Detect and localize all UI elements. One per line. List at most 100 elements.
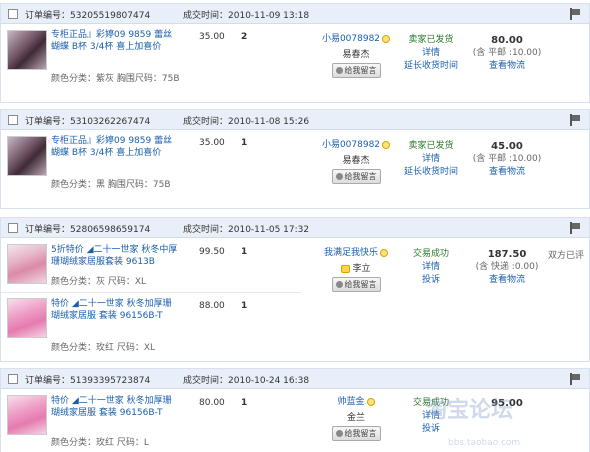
product-attributes: 颜色分类：玫红 尺码：XL [51,343,156,353]
product-thumbnail[interactable] [7,395,47,435]
shipping-fee: (含 平邮 :10.00) [472,154,542,164]
product-thumbnail[interactable] [7,244,47,284]
order-total: 45.00 (含 平邮 :10.00) 查看物流 [469,140,545,179]
order-number: 订单编号：53205519807474 [25,11,151,21]
order-select-checkbox[interactable] [8,223,18,233]
order-status: 交易成功 详情 投诉 [401,397,461,436]
details-link[interactable]: 详情 [401,47,461,60]
status-text: 卖家已发货 [408,141,454,151]
extend-receipt-link[interactable]: 延长收货时间 [401,60,461,73]
order-status: 卖家已发货 详情 延长收货时间 [401,140,461,179]
flag-icon[interactable] [569,373,581,385]
order-total: 80.00 (含 平邮 :10.00) 查看物流 [469,34,545,73]
complaint-link[interactable]: 投诉 [401,274,461,287]
shipping-fee: (含 快递 :0.00) [475,262,539,272]
product-attributes: 颜色分类：黑 胸围尺码：75B [51,180,171,190]
order-number: 订单编号：51393395723874 [25,376,151,386]
product-title-link[interactable]: 特价 ◢二十一世家 秋冬加厚珊瑚绒家居服 套装 96156B-T [51,298,179,322]
product-title-link[interactable]: 专柜正品』彩婷09 9859 蕾丝蝴蝶 B杯 3/4杯 喜上加喜价 [51,29,179,53]
status-text: 交易成功 [412,398,449,408]
unit-price: 80.00 [199,398,225,408]
leave-message-button[interactable]: 给我留言 [331,63,381,78]
product-attributes: 颜色分类：灰 尺码：XL [51,277,147,287]
quantity: 1 [241,138,248,148]
quantity: 2 [241,32,248,42]
buyer-nick-link[interactable]: 帅蓝金 [337,397,364,407]
vip-badge-icon [382,140,391,149]
chat-status-icon [335,67,343,74]
leave-message-button[interactable]: 给我留言 [331,277,381,292]
vip-badge-icon [382,34,391,43]
product-thumbnail[interactable] [7,136,47,176]
vip-badge-icon [380,248,388,257]
vip-badge-icon [366,397,375,406]
order-card: 订单编号：52806598659174 成交时间：2010-11-05 17:3… [0,217,590,362]
details-link[interactable]: 详情 [401,261,461,274]
total-amount: 95.00 [491,398,523,409]
order-time: 成交时间：2010-11-08 15:26 [183,117,310,127]
view-logistics-link[interactable]: 查看物流 [469,166,545,179]
buyer-info: 帅蓝金 金兰 给我留言 [316,394,396,441]
order-header: 订单编号：53103262267474 成交时间：2010-11-08 15:2… [1,110,589,130]
buyer-nick-link[interactable]: 小易0078982 [322,34,380,44]
quantity: 1 [241,398,248,408]
product-thumbnail[interactable] [7,298,47,338]
order-card: 订单编号：53103262267474 成交时间：2010-11-08 15:2… [0,109,590,209]
chat-icon[interactable] [341,264,351,273]
order-select-checkbox[interactable] [8,9,18,19]
view-logistics-link[interactable]: 查看物流 [469,274,545,287]
item-divider [1,292,301,293]
buyer-name: 易春杰 [342,156,370,166]
order-header: 订单编号：52806598659174 成交时间：2010-11-05 17:3… [1,218,589,238]
unit-price: 35.00 [199,32,225,42]
order-status: 卖家已发货 详情 延长收货时间 [401,34,461,73]
unit-price: 35.00 [199,138,225,148]
buyer-info: 小易0078982 易春杰 给我留言 [316,31,396,78]
product-title-link[interactable]: 特价 ◢二十一世家 秋冬加厚珊瑚绒家居服 套装 96156B-T [51,395,179,419]
extend-receipt-link[interactable]: 延长收货时间 [401,166,461,179]
order-header: 订单编号：51393395723874 成交时间：2010-10-24 16:3… [1,369,589,389]
complaint-link[interactable]: 投诉 [401,423,461,436]
order-select-checkbox[interactable] [8,115,18,125]
order-select-checkbox[interactable] [8,374,18,384]
flag-icon[interactable] [569,114,581,126]
order-time: 成交时间：2010-11-09 13:18 [183,11,310,21]
leave-message-button[interactable]: 给我留言 [331,169,381,184]
buyer-nick-link[interactable]: 我满足我快乐 [324,248,378,258]
buyer-info: 我满足我快乐 李立 给我留言 [316,245,396,292]
flag-icon[interactable] [569,8,581,20]
flag-icon[interactable] [569,222,581,234]
product-title-link[interactable]: 5折特价 ◢二十一世家 秋冬中厚珊瑚绒家居服套装 9613B [51,244,179,268]
order-header: 订单编号：53205519807474 成交时间：2010-11-09 13:1… [1,4,589,24]
order-card: 订单编号：53205519807474 成交时间：2010-11-09 13:1… [0,3,590,103]
details-link[interactable]: 详情 [401,153,461,166]
order-number: 订单编号：53103262267474 [25,117,151,127]
unit-price: 88.00 [199,301,225,311]
view-logistics-link[interactable]: 查看物流 [469,60,545,73]
status-text: 卖家已发货 [408,35,454,45]
status-text: 交易成功 [412,249,449,259]
product-attributes: 颜色分类：紫灰 胸围尺码：75B [51,74,180,84]
order-total: 95.00 [469,397,545,410]
buyer-name: 金兰 [346,413,365,423]
buyer-info: 小易0078982 易春杰 给我留言 [316,137,396,184]
rating-status: 双方已评 [548,251,585,261]
buyer-name: 李立 [316,261,396,274]
order-time: 成交时间：2010-10-24 16:38 [183,376,310,386]
chat-status-icon [335,281,343,288]
quantity: 1 [241,301,248,311]
leave-message-button[interactable]: 给我留言 [331,426,381,441]
order-time: 成交时间：2010-11-05 17:32 [183,225,310,235]
chat-status-icon [335,430,343,437]
product-thumbnail[interactable] [7,30,47,70]
buyer-name: 易春杰 [342,50,370,60]
unit-price: 99.50 [199,247,225,257]
product-title-link[interactable]: 专柜正品』彩婷09 9859 蕾丝蝴蝶 B杯 3/4杯 喜上加喜价 [51,135,179,159]
shipping-fee: (含 平邮 :10.00) [472,48,542,58]
total-amount: 45.00 [491,141,523,152]
details-link[interactable]: 详情 [401,410,461,423]
order-status: 交易成功 详情 投诉 [401,248,461,287]
buyer-nick-link[interactable]: 小易0078982 [322,140,380,150]
chat-status-icon [335,173,343,180]
product-attributes: 颜色分类：玫红 尺码：L [51,438,149,448]
